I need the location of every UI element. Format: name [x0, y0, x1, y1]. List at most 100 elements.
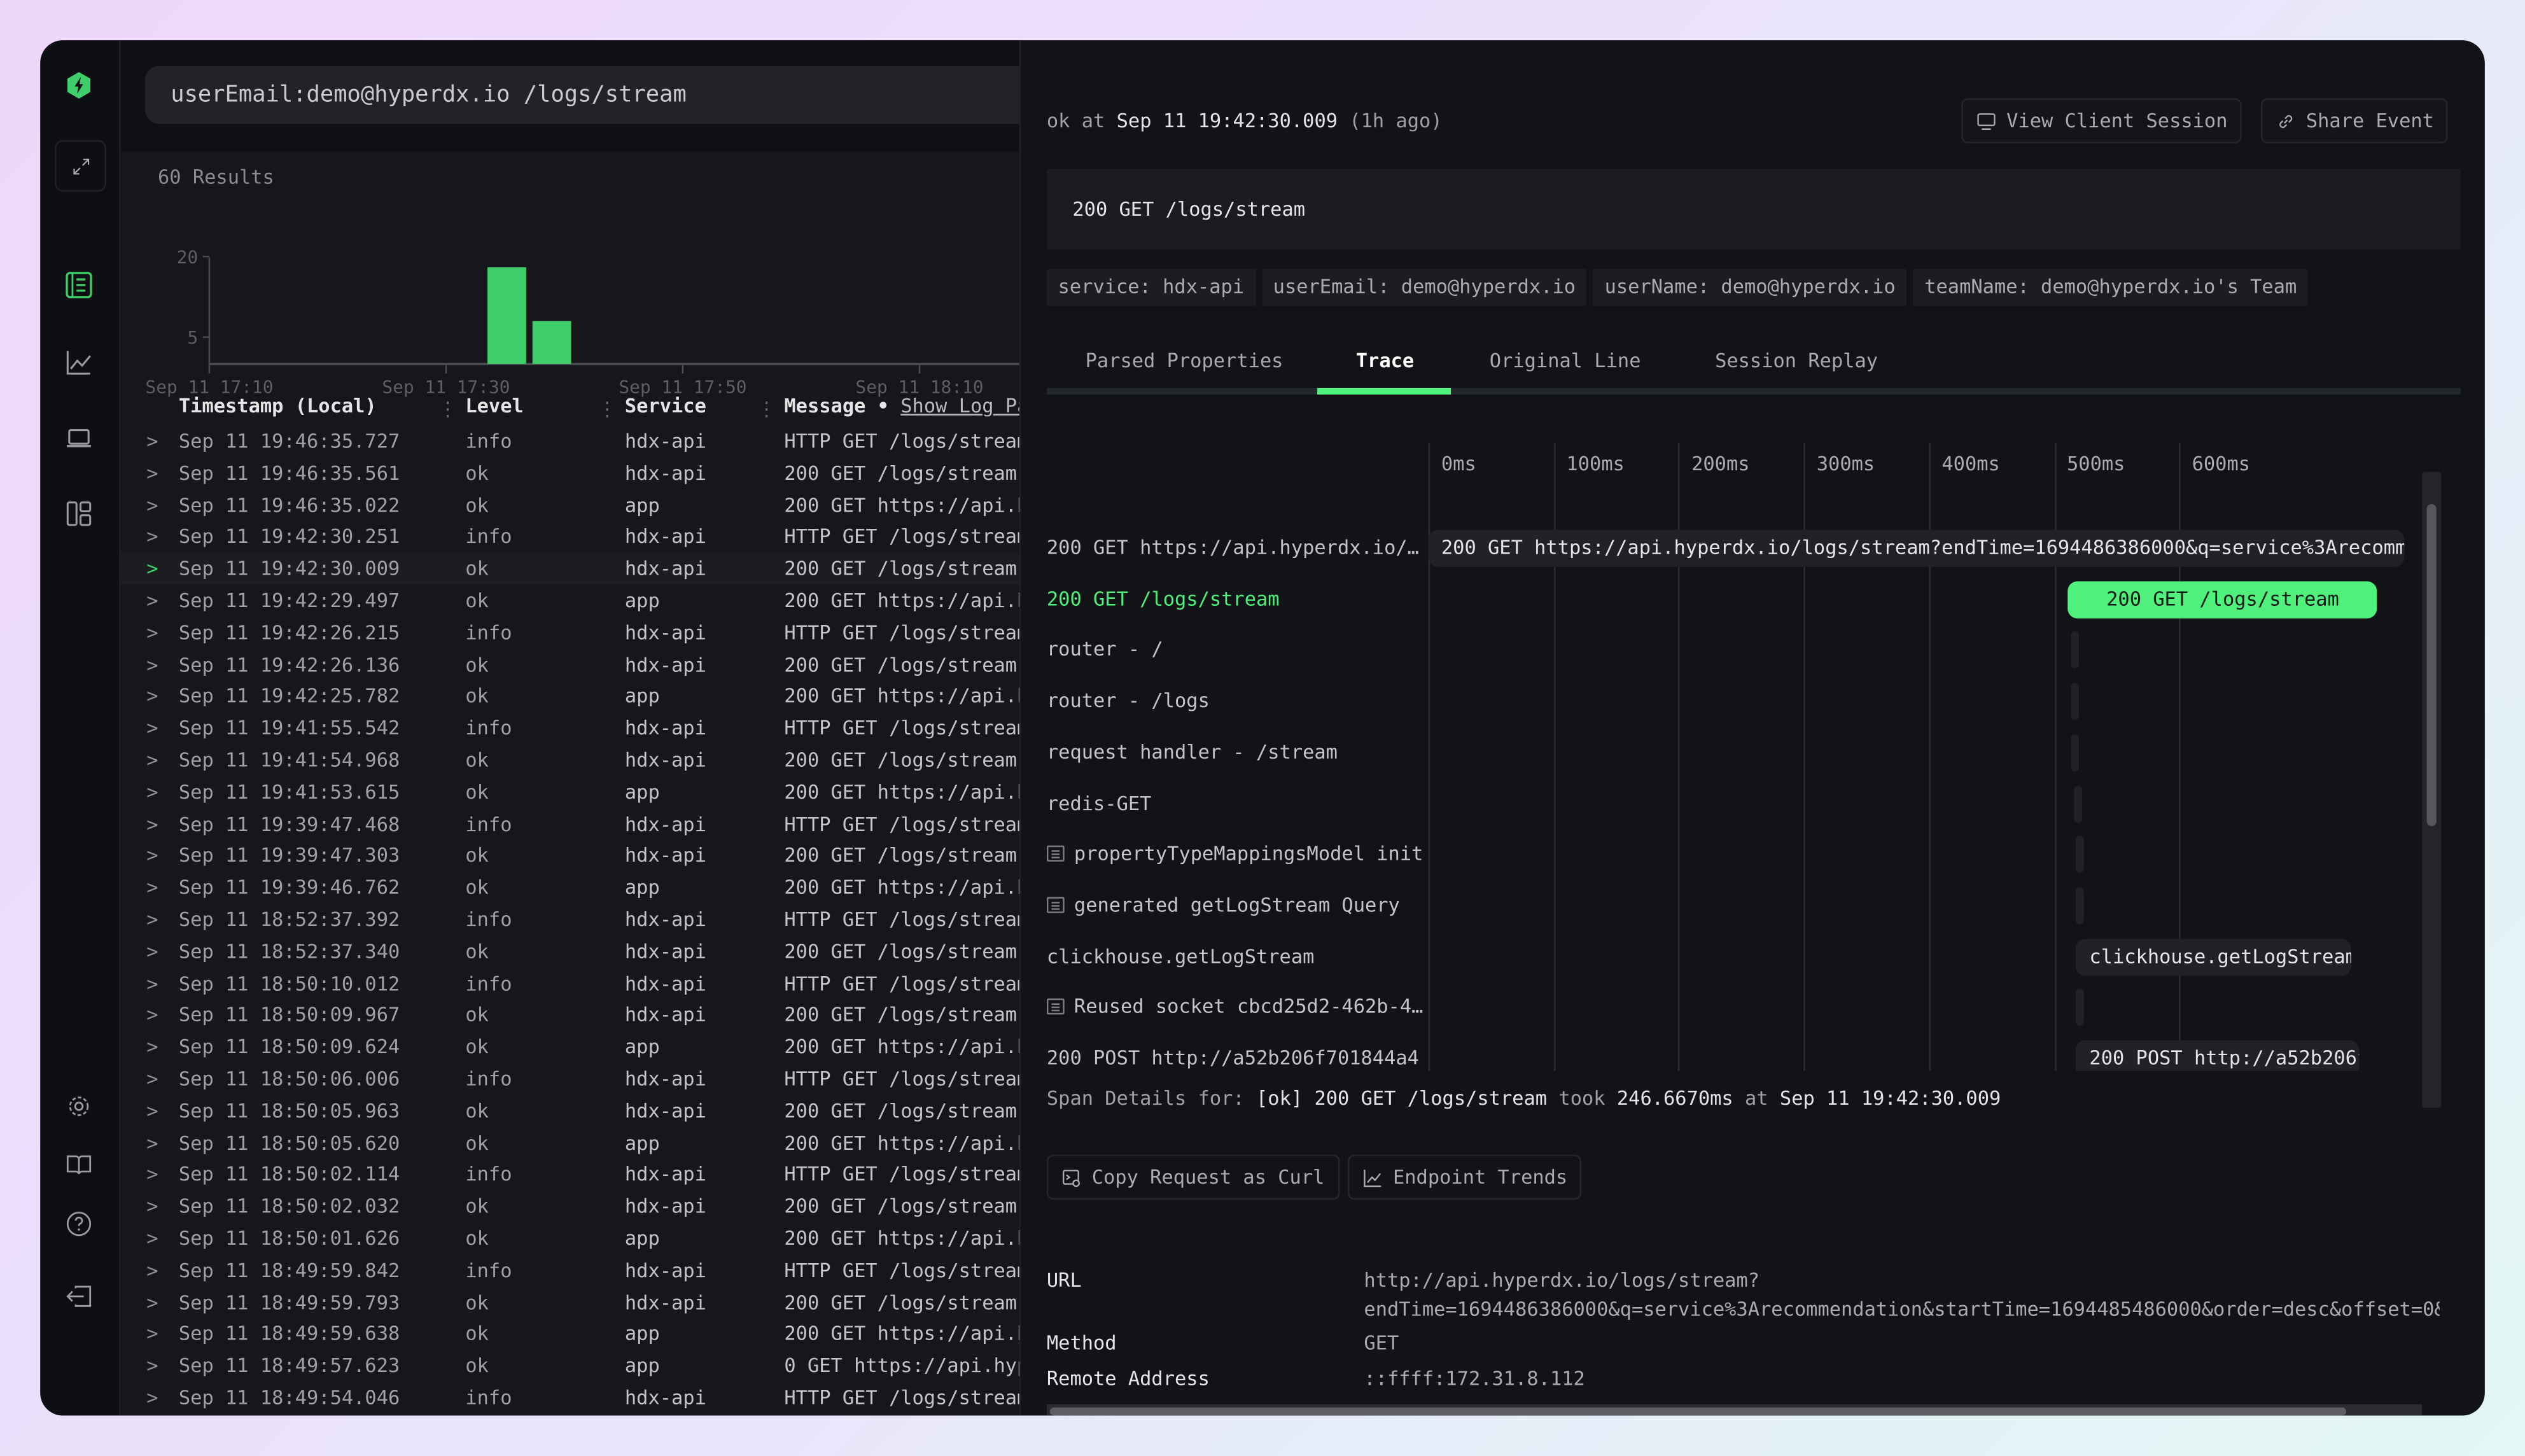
log-row[interactable]: > Sep 11 18:49:59.842 info hdx-api HTTP GET …: [121, 1254, 1019, 1286]
expand-chevron-icon[interactable]: >: [146, 494, 158, 516]
property-tag[interactable]: userName: demo@hyperdx.io: [1593, 269, 1907, 306]
expand-chevron-icon[interactable]: >: [146, 1355, 158, 1377]
logo-icon[interactable]: [60, 66, 99, 105]
log-row[interactable]: > Sep 11 19:39:47.468 info hdx-api HTTP GET …: [121, 808, 1019, 839]
tab-parsed-properties[interactable]: Parsed Properties: [1086, 349, 1283, 372]
logout-icon[interactable]: [60, 1277, 99, 1316]
log-row[interactable]: > Sep 11 19:42:26.136 ok hdx-api 200 GET /lo…: [121, 648, 1019, 680]
sessions-laptop-icon[interactable]: [60, 419, 99, 458]
horizontal-scrollbar[interactable]: [1046, 1404, 2423, 1416]
log-row[interactable]: > Sep 11 19:46:35.022 ok app 200 GET https:/…: [121, 489, 1019, 521]
log-row[interactable]: > Sep 11 18:49:57.623 ok app 0 GET https://a…: [121, 1350, 1019, 1382]
trace-span-row[interactable]: 200 GET https://api.hyperdx.io/logs/stre…: [1047, 536, 1423, 559]
property-tag[interactable]: service: hdx-api: [1046, 269, 1256, 306]
dashboard-icon[interactable]: [60, 494, 99, 533]
chart-icon[interactable]: [60, 343, 99, 382]
log-row[interactable]: > Sep 11 19:46:35.727 info hdx-api HTTP GET …: [121, 425, 1019, 457]
trace-log-row[interactable]: propertyTypeMappingsModel init: [1046, 843, 1423, 865]
log-row[interactable]: > Sep 11 19:41:55.542 info hdx-api HTTP GET …: [121, 712, 1019, 744]
column-resize-handle[interactable]: ⋮: [757, 398, 776, 420]
expand-chevron-icon[interactable]: >: [146, 717, 158, 739]
trace-log-row[interactable]: generated getLogStream Query: [1046, 893, 1423, 916]
expand-sidebar-button[interactable]: [55, 140, 107, 192]
log-row[interactable]: > Sep 11 19:41:54.968 ok hdx-api 200 GET /lo…: [121, 744, 1019, 776]
expand-chevron-icon[interactable]: >: [146, 813, 158, 835]
expand-chevron-icon[interactable]: >: [146, 781, 158, 803]
trace-span-marker[interactable]: [2070, 683, 2078, 720]
tab-session-replay[interactable]: Session Replay: [1715, 349, 1878, 372]
property-tag[interactable]: teamName: demo@hyperdx.io's Team: [1913, 269, 2308, 306]
search-input[interactable]: userEmail:demo@hyperdx.io /logs/stream: [144, 66, 1047, 124]
trace-span-marker[interactable]: [2070, 631, 2078, 669]
trace-span-row[interactable]: 200 POST http://a52b206f701844a4: [1047, 1047, 1423, 1069]
log-row[interactable]: > Sep 11 18:52:37.392 info hdx-api HTTP GET …: [121, 904, 1019, 935]
log-row[interactable]: > Sep 11 18:50:05.963 ok hdx-api 200 GET /lo…: [121, 1095, 1019, 1126]
trace-span-row[interactable]: 200 GET /logs/stream: [1047, 587, 1423, 610]
trace-span-row[interactable]: router - /logs: [1047, 689, 1423, 711]
expand-chevron-icon[interactable]: >: [146, 557, 158, 580]
expand-chevron-icon[interactable]: >: [146, 1163, 158, 1186]
trace-span-marker[interactable]: [2076, 887, 2085, 925]
endpoint-trends-button[interactable]: Endpoint Trends: [1348, 1154, 1582, 1200]
tab-original-line[interactable]: Original Line: [1490, 349, 1641, 372]
trace-span-bar[interactable]: 200 GET https://api.hyperdx.io/logs/stre…: [1428, 529, 2405, 567]
log-row[interactable]: > Sep 11 19:39:46.762 ok app 200 GET https:/…: [121, 871, 1019, 903]
expand-chevron-icon[interactable]: >: [146, 1100, 158, 1122]
expand-chevron-icon[interactable]: >: [146, 1131, 158, 1154]
expand-chevron-icon[interactable]: >: [146, 589, 158, 612]
log-row[interactable]: > Sep 11 18:49:59.638 ok app 200 GET https:/…: [121, 1318, 1019, 1350]
trace-span-marker[interactable]: [2075, 836, 2083, 874]
tab-trace[interactable]: Trace: [1356, 349, 1414, 372]
log-row[interactable]: > Sep 11 18:50:06.006 info hdx-api HTTP GET …: [121, 1063, 1019, 1095]
trace-span-marker[interactable]: [2074, 785, 2082, 822]
trace-span-marker[interactable]: [2070, 734, 2078, 771]
log-row[interactable]: > Sep 11 19:42:26.215 info hdx-api HTTP GET …: [121, 617, 1019, 648]
log-row[interactable]: > Sep 11 19:42:30.009 ok hdx-api 200 GET /lo…: [120, 552, 1019, 585]
trace-span-bar[interactable]: 200 GET /logs/stream: [2067, 580, 2377, 618]
log-row[interactable]: > Sep 11 18:50:02.114 info hdx-api HTTP GET …: [121, 1158, 1019, 1190]
trace-scrollbar[interactable]: [2422, 472, 2442, 1109]
log-row[interactable]: > Sep 11 19:42:30.251 info hdx-api HTTP GET …: [121, 521, 1019, 552]
trace-span-marker[interactable]: [2076, 989, 2085, 1026]
log-row[interactable]: > Sep 11 18:49:59.793 ok hdx-api 200 GET /lo…: [121, 1286, 1019, 1318]
column-resize-handle[interactable]: ⋮: [438, 398, 457, 420]
settings-gear-icon[interactable]: [60, 1087, 99, 1126]
column-header-service[interactable]: Service: [625, 395, 706, 417]
trace-span-bar[interactable]: 200 POST http://a52b206f: [2076, 1040, 2360, 1071]
expand-chevron-icon[interactable]: >: [146, 1195, 158, 1217]
log-row[interactable]: > Sep 11 18:50:01.626 ok app 200 GET https:/…: [121, 1222, 1019, 1254]
log-row[interactable]: > Sep 11 19:39:47.303 ok hdx-api 200 GET /lo…: [121, 839, 1019, 871]
log-row[interactable]: > Sep 11 19:46:35.561 ok hdx-api 200 GET /lo…: [121, 457, 1019, 489]
expand-chevron-icon[interactable]: >: [146, 1259, 158, 1281]
log-row[interactable]: > Sep 11 18:49:54.046 info hdx-api HTTP GET …: [121, 1382, 1019, 1413]
view-client-session-button[interactable]: View Client Session: [1961, 98, 2242, 144]
trace-span-row[interactable]: router - /: [1047, 638, 1423, 661]
log-row[interactable]: > Sep 11 19:41:53.615 ok app 200 GET https:/…: [121, 776, 1019, 808]
copy-request-as-curl-button[interactable]: Copy Request as Curl: [1046, 1154, 1339, 1200]
share-event-button[interactable]: Share Event: [2260, 98, 2449, 144]
property-tag[interactable]: userEmail: demo@hyperdx.io: [1261, 269, 1587, 306]
trace-log-row[interactable]: Reused socket cbcd25d2-462b-4f24-aa: [1046, 996, 1423, 1018]
help-icon[interactable]: [60, 1205, 99, 1243]
search-logs-icon[interactable]: [60, 266, 99, 305]
docs-book-icon[interactable]: [60, 1145, 99, 1184]
column-header-timestamp[interactable]: Timestamp (Local): [179, 395, 377, 417]
trace-span-row[interactable]: redis-GET: [1047, 792, 1423, 814]
expand-chevron-icon[interactable]: >: [146, 1004, 158, 1026]
expand-chevron-icon[interactable]: >: [146, 749, 158, 771]
expand-chevron-icon[interactable]: >: [146, 430, 158, 452]
expand-chevron-icon[interactable]: >: [146, 621, 158, 643]
log-row[interactable]: > Sep 11 18:50:02.032 ok hdx-api 200 GET /lo…: [121, 1190, 1019, 1222]
expand-chevron-icon[interactable]: >: [146, 1227, 158, 1249]
column-resize-handle[interactable]: ⋮: [598, 398, 617, 420]
log-row[interactable]: > Sep 11 18:50:09.624 ok app 200 GET https:/…: [121, 1031, 1019, 1063]
expand-chevron-icon[interactable]: >: [146, 526, 158, 548]
expand-chevron-icon[interactable]: >: [146, 940, 158, 962]
expand-chevron-icon[interactable]: >: [146, 1387, 158, 1409]
column-header-level[interactable]: Level: [465, 395, 523, 417]
trace-span-bar[interactable]: clickhouse.getLogStream: [2076, 938, 2352, 976]
trace-span-row[interactable]: clickhouse.getLogStream: [1047, 944, 1423, 967]
expand-chevron-icon[interactable]: >: [146, 685, 158, 707]
log-row[interactable]: > Sep 11 18:50:10.012 info hdx-api HTTP GET …: [121, 967, 1019, 999]
expand-chevron-icon[interactable]: >: [146, 653, 158, 675]
